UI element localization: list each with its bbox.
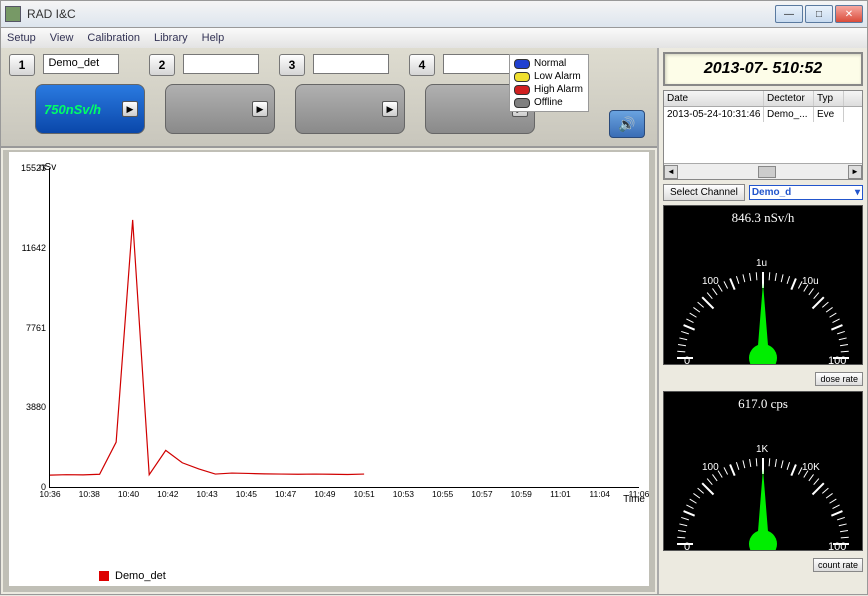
series-swatch — [99, 571, 109, 581]
chart-plot-area[interactable]: Time 038807761116421552310:3610:3810:401… — [49, 168, 639, 488]
chart-series-legend: Demo_det — [99, 570, 166, 582]
channel-strip: 1 Demo_det 750nSv/h ▶ 2 ▶ 3 ▶ 4 ▶ — [1, 48, 657, 148]
event-table[interactable]: Date Dectetor Typ 2013-05-24-10:31:46 De… — [663, 90, 863, 180]
play-icon[interactable]: ▶ — [382, 101, 398, 117]
svg-text:10K: 10K — [802, 462, 820, 473]
gauge-dial: 0 100 100 1K 10K — [668, 424, 858, 551]
table-header-detector[interactable]: Dectetor — [764, 91, 814, 106]
menu-library[interactable]: Library — [154, 32, 188, 44]
count-rate-gauge: 617.0 cps 0 100 100 1K 10K — [663, 391, 863, 551]
swatch-normal — [514, 59, 530, 69]
svg-text:0: 0 — [684, 541, 690, 551]
dose-rate-gauge: 846.3 nSv/h 0 100 100 1u 10u — [663, 205, 863, 365]
svg-text:1u: 1u — [756, 258, 767, 269]
channel-1-button[interactable]: 1 — [9, 54, 35, 76]
svg-text:100: 100 — [828, 541, 846, 551]
table-header-type[interactable]: Typ — [814, 91, 844, 106]
svg-text:100: 100 — [828, 355, 846, 365]
play-icon[interactable]: ▶ — [252, 101, 268, 117]
channel-3-button[interactable]: 3 — [279, 54, 305, 76]
chart-panel: nSv Time 038807761116421552310:3610:3810… — [3, 150, 655, 592]
channel-3-module[interactable]: ▶ — [295, 84, 405, 134]
menu-view[interactable]: View — [50, 32, 74, 44]
chart-line — [50, 168, 639, 487]
channel-1-reading: 750nSv/h — [44, 102, 101, 117]
scroll-right-icon[interactable]: ► — [848, 165, 862, 179]
maximize-button[interactable]: □ — [805, 5, 833, 23]
app-icon — [5, 6, 21, 22]
play-icon[interactable]: ▶ — [122, 101, 138, 117]
menu-calibration[interactable]: Calibration — [87, 32, 140, 44]
speaker-button[interactable]: 🔊 — [609, 110, 645, 138]
menu-setup[interactable]: Setup — [7, 32, 36, 44]
svg-text:0: 0 — [684, 355, 690, 365]
channel-2-button[interactable]: 2 — [149, 54, 175, 76]
swatch-high — [514, 85, 530, 95]
minimize-button[interactable]: — — [775, 5, 803, 23]
close-button[interactable]: ✕ — [835, 5, 863, 23]
count-rate-button[interactable]: count rate — [813, 558, 863, 572]
status-legend: Normal Low Alarm High Alarm Offline — [509, 54, 589, 112]
scroll-thumb[interactable] — [758, 166, 776, 178]
channel-dropdown[interactable]: Demo_d▾ — [749, 185, 863, 200]
channel-1-module[interactable]: 750nSv/h ▶ — [35, 84, 145, 134]
svg-text:10u: 10u — [802, 276, 819, 287]
channel-2-module[interactable]: ▶ — [165, 84, 275, 134]
clock-display: 2013-07- 510:52 — [663, 52, 863, 86]
svg-text:100: 100 — [702, 462, 719, 473]
menubar: Setup View Calibration Library Help — [0, 28, 868, 48]
window-title: RAD I&C — [27, 7, 76, 21]
channel-4-button[interactable]: 4 — [409, 54, 435, 76]
titlebar: RAD I&C — □ ✕ — [0, 0, 868, 28]
channel-1-name[interactable]: Demo_det — [43, 54, 119, 74]
table-row[interactable]: 2013-05-24-10:31:46 Demo_... Eve — [664, 107, 862, 122]
table-header-date[interactable]: Date — [664, 91, 764, 106]
channel-3-name[interactable] — [313, 54, 389, 74]
gauge-dial: 0 100 100 1u 10u — [668, 238, 858, 365]
select-channel-button[interactable]: Select Channel — [663, 184, 745, 201]
swatch-offline — [514, 98, 530, 108]
svg-text:100: 100 — [702, 276, 719, 287]
dose-rate-button[interactable]: dose rate — [815, 372, 863, 386]
table-hscrollbar[interactable]: ◄ ► — [664, 163, 862, 179]
chevron-down-icon: ▾ — [855, 187, 860, 198]
scroll-left-icon[interactable]: ◄ — [664, 165, 678, 179]
channel-2-name[interactable] — [183, 54, 259, 74]
svg-text:1K: 1K — [756, 444, 769, 455]
swatch-low — [514, 72, 530, 82]
menu-help[interactable]: Help — [202, 32, 225, 44]
